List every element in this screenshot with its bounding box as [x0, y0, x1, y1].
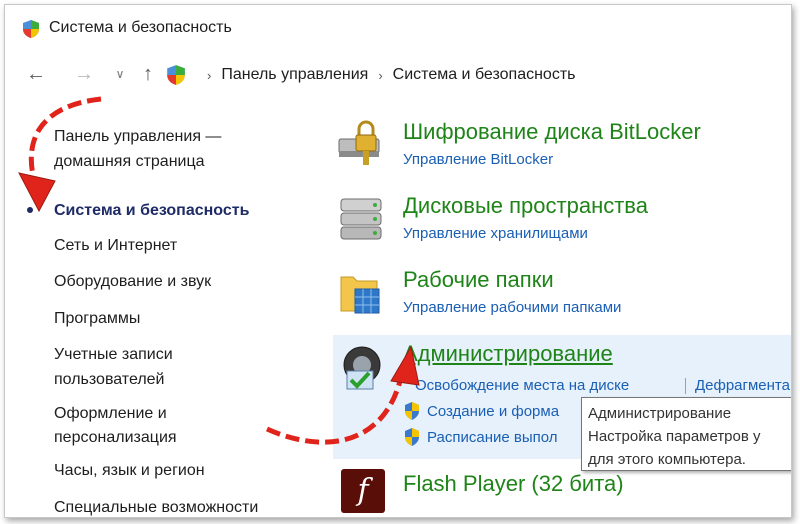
storage-spaces-title-link[interactable]: Дисковые пространства	[403, 193, 648, 219]
sidebar-item-network[interactable]: Сеть и Интернет	[54, 234, 177, 258]
breadcrumb-control-panel[interactable]: Панель управления	[221, 66, 368, 84]
work-folders-title-link[interactable]: Рабочие папки	[403, 267, 554, 293]
title-bar: Система и безопасность	[5, 5, 791, 51]
window-title: Система и безопасность	[49, 19, 232, 36]
control-panel-window: Система и безопасность ← → ∨ ↑ › Панель …	[4, 4, 792, 518]
storage-manage-link[interactable]: Управление хранилищами	[403, 225, 588, 242]
security-shield-icon	[23, 20, 39, 38]
breadcrumb-system-security[interactable]: Система и безопасность	[393, 66, 576, 84]
storage-spaces-icon	[340, 198, 382, 240]
sidebar-item-programs[interactable]: Программы	[54, 307, 140, 331]
sidebar-item-accounts-line1[interactable]: Учетные записи	[54, 343, 173, 367]
lock-drive-icon	[338, 120, 380, 165]
control-panel-icon	[167, 65, 185, 85]
bitlocker-title-link[interactable]: Шифрование диска BitLocker	[403, 119, 701, 145]
active-bullet-icon	[27, 207, 33, 213]
defragment-link[interactable]: Дефрагмента	[695, 377, 790, 394]
admin-tools-icon	[343, 346, 381, 390]
tooltip: Администрирование Настройка параметров у…	[581, 397, 791, 471]
link-divider	[685, 378, 686, 394]
sidebar-item-appearance-line1[interactable]: Оформление и	[54, 402, 167, 426]
sidebar-item-clock-region[interactable]: Часы, язык и регион	[54, 459, 205, 483]
tooltip-line2: для этого компьютера.	[588, 451, 746, 468]
category-storage-spaces: Дисковые пространства Управление хранили…	[333, 193, 791, 253]
category-bitlocker: Шифрование диска BitLocker Управление Bi…	[333, 119, 791, 179]
tooltip-line1: Настройка параметров у	[588, 428, 761, 445]
uac-shield-icon	[405, 402, 419, 420]
sidebar-item-home-line1[interactable]: Панель управления —	[54, 125, 221, 149]
category-flash-player: Flash Player (32 бита)	[333, 471, 791, 511]
sidebar-item-home-line2[interactable]: домашняя страница	[54, 150, 205, 174]
back-arrow-icon[interactable]: ←	[25, 63, 47, 85]
admin-tools-title-link[interactable]: Администрирование	[403, 341, 613, 367]
work-folders-manage-link[interactable]: Управление рабочими папками	[403, 299, 621, 316]
free-disk-space-link[interactable]: Освобождение места на диске	[415, 377, 629, 394]
left-navigation-pane: Панель управления — домашняя страница Си…	[5, 115, 305, 517]
bitlocker-manage-link[interactable]: Управление BitLocker	[403, 151, 553, 168]
sidebar-item-system-security[interactable]: Система и безопасность	[54, 199, 249, 223]
breadcrumb-separator-icon: ›	[207, 67, 212, 83]
tooltip-title: Администрирование	[588, 405, 732, 422]
forward-arrow-icon[interactable]: →	[73, 63, 95, 85]
breadcrumb-separator-icon: ›	[378, 67, 383, 83]
sidebar-item-hardware[interactable]: Оборудование и звук	[54, 270, 211, 294]
up-arrow-icon[interactable]: ↑	[137, 63, 159, 85]
schedule-tasks-link[interactable]: Расписание выпол	[427, 429, 558, 446]
flash-player-title-link[interactable]: Flash Player (32 бита)	[403, 471, 624, 497]
work-folders-icon	[340, 276, 380, 314]
address-bar[interactable]: › Панель управления › Система и безопасн…	[165, 61, 785, 89]
uac-shield-icon	[405, 428, 419, 446]
category-work-folders: Рабочие папки Управление рабочими папкам…	[333, 267, 791, 327]
create-format-partitions-link[interactable]: Создание и форма	[427, 403, 559, 420]
recent-locations-chevron-icon[interactable]: ∨	[109, 63, 131, 85]
sidebar-item-accessibility[interactable]: Специальные возможности	[54, 496, 258, 517]
sidebar-item-accounts-line2[interactable]: пользователей	[54, 368, 165, 392]
sidebar-item-appearance-line2[interactable]: персонализация	[54, 426, 177, 450]
navigation-bar: ← → ∨ ↑ › Панель управления › Система и …	[5, 55, 791, 95]
